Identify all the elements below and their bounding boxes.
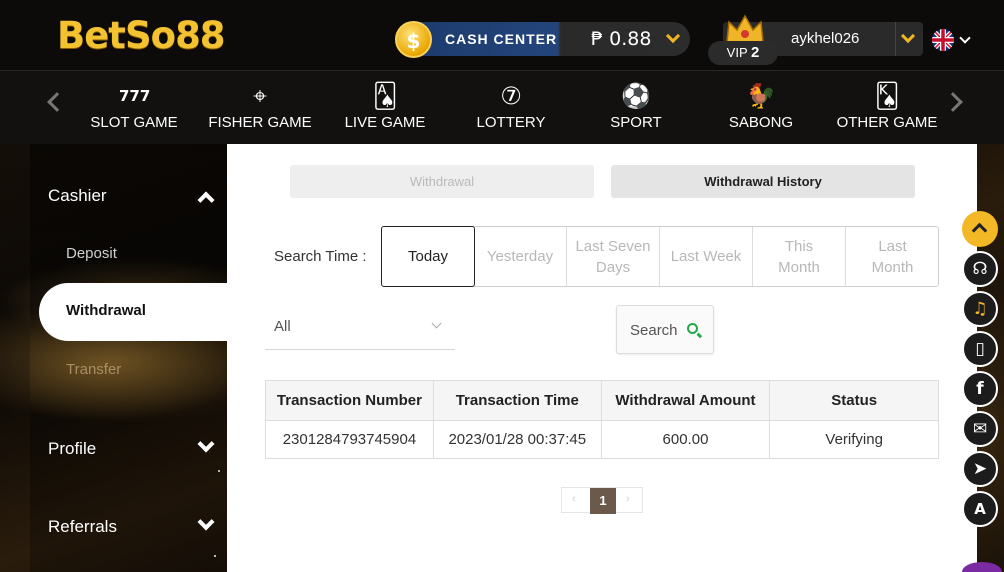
cash-center[interactable]: $ CASH CENTER ₱ 0.88 — [395, 21, 690, 58]
sidebar-profile[interactable]: Profile — [48, 439, 96, 459]
sidebar-referrals[interactable]: Referrals — [48, 517, 117, 537]
col-withdrawal-amount: Withdrawal Amount — [600, 380, 771, 421]
facebook-icon[interactable]: f — [962, 371, 998, 407]
headset-icon[interactable]: ☊ — [962, 251, 998, 287]
chevron-down-icon — [431, 318, 442, 329]
coin-icon: $ — [395, 21, 432, 58]
logo[interactable]: BetSo88 — [57, 14, 226, 57]
balance: ₱ 0.88 — [591, 28, 652, 50]
username: aykhel026 — [791, 30, 860, 47]
table-header-row: Transaction Number Transaction Time With… — [265, 380, 939, 421]
nav-fisher-game[interactable]: ⌖ FISHER GAME — [200, 81, 320, 132]
main-panel: Withdrawal Withdrawal History Search Tim… — [227, 144, 977, 572]
cards-icon: 🂮 — [874, 82, 900, 110]
nav-label: OTHER GAME — [836, 114, 938, 131]
chevron-down-icon[interactable] — [197, 435, 215, 453]
sidebar-item-deposit[interactable]: Deposit — [66, 245, 117, 262]
chevron-up-icon[interactable] — [197, 191, 215, 209]
game-nav: 777 SLOT GAME ⌖ FISHER GAME 🂡 LIVE GAME … — [0, 70, 1004, 144]
pagination-current[interactable]: 1 — [590, 488, 616, 514]
nav-other-game[interactable]: 🂮 OTHER GAME — [827, 81, 947, 132]
time-option-yesterday[interactable]: Yesterday — [474, 227, 567, 286]
time-option-this-month[interactable]: This Month — [753, 227, 846, 286]
uk-flag-graphic — [932, 29, 954, 51]
nav-live-game[interactable]: 🂡 LIVE GAME — [325, 81, 445, 132]
sidebar-item-withdrawal[interactable]: Withdrawal — [39, 283, 227, 341]
chevron-down-icon[interactable] — [900, 28, 916, 44]
messenger-icon[interactable]: ✉ — [962, 411, 998, 447]
top-bar: BetSo88 $ CASH CENTER ₱ 0.88 aykhel026 V… — [0, 0, 1004, 70]
tab-withdrawal-history[interactable]: Withdrawal History — [611, 165, 915, 198]
chevron-down-icon[interactable] — [197, 513, 215, 531]
lottery-ball-icon: ⑦ — [500, 82, 522, 110]
search-button-label: Search — [630, 322, 678, 339]
time-option-last-week[interactable]: Last Week — [660, 227, 753, 286]
tab-withdrawal[interactable]: Withdrawal — [290, 165, 594, 198]
vip-label: VIP — [726, 45, 748, 60]
pagination-next[interactable]: › — [626, 493, 630, 505]
cash-center-label: CASH CENTER — [445, 31, 558, 47]
divider — [895, 22, 896, 56]
cell-transaction-number: 2301284793745904 — [265, 420, 434, 459]
status-select-value: All — [274, 318, 291, 335]
nav-label: SPORT — [610, 114, 662, 131]
telegram-icon[interactable]: ➤ — [962, 451, 998, 487]
search-button[interactable]: Search — [616, 305, 714, 354]
crosshair-icon: ⌖ — [253, 82, 267, 110]
nav-label: FISHER GAME — [208, 114, 312, 131]
nav-prev-arrow-icon[interactable] — [47, 92, 67, 112]
soccer-ball-icon: ⚽ — [621, 82, 651, 110]
sidebar-cashier[interactable]: Cashier — [48, 186, 107, 206]
pagination: ‹ 1 › — [561, 487, 643, 514]
col-transaction-number: Transaction Number — [265, 380, 434, 421]
cell-transaction-time: 2023/01/28 00:37:45 — [432, 420, 602, 459]
cell-status: Verifying — [769, 420, 939, 459]
search-icon — [687, 323, 698, 334]
app-icon[interactable]: A — [962, 491, 998, 527]
status-select[interactable]: All — [265, 304, 455, 350]
table-row: 2301284793745904 2023/01/28 00:37:45 600… — [265, 420, 939, 459]
uk-flag-icon[interactable] — [932, 29, 954, 51]
search-time-label: Search Time : — [274, 248, 367, 265]
time-option-last-seven-days[interactable]: Last Seven Days — [567, 227, 660, 286]
col-status: Status — [769, 380, 939, 421]
cell-withdrawal-amount: 600.00 — [600, 420, 771, 459]
scroll-top-icon[interactable] — [962, 211, 998, 247]
mobile-icon[interactable]: ▯ — [962, 331, 998, 367]
nav-label: LOTTERY — [476, 114, 546, 131]
sidebar: Cashier Deposit Withdrawal Transfer Prof… — [30, 144, 227, 572]
pagination-prev[interactable]: ‹ — [572, 493, 576, 505]
nav-sport[interactable]: ⚽ SPORT — [576, 81, 696, 132]
nav-sabong[interactable]: 🐓 SABONG — [701, 81, 821, 132]
vip-level: 2 — [751, 44, 760, 61]
bell-icon[interactable]: ♫ — [962, 291, 998, 327]
transactions-table: Transaction Number Transaction Time With… — [265, 380, 939, 459]
nav-label: SLOT GAME — [90, 114, 178, 131]
time-option-last-month[interactable]: Last Month — [846, 227, 939, 286]
time-filter-group: Yesterday Last Seven Days Last Week This… — [381, 226, 939, 287]
rooster-icon: 🐓 — [746, 82, 776, 110]
slot-icon: 777 — [119, 87, 151, 105]
nav-slot-game[interactable]: 777 SLOT GAME — [74, 81, 194, 132]
vip-badge: VIP 2 — [708, 41, 778, 65]
sidebar-item-transfer[interactable]: Transfer — [66, 361, 121, 378]
time-option-today[interactable]: Today — [381, 226, 475, 287]
sidebar-item-label: Withdrawal — [66, 302, 146, 319]
nav-label: LIVE GAME — [344, 114, 426, 131]
nav-label: SABONG — [728, 114, 794, 131]
col-transaction-time: Transaction Time — [432, 380, 602, 421]
language-chevron-icon[interactable] — [959, 32, 971, 44]
chevron-down-icon[interactable] — [665, 28, 681, 44]
live-cards-icon: 🂡 — [372, 82, 398, 110]
nav-lottery[interactable]: ⑦ LOTTERY — [451, 81, 571, 132]
